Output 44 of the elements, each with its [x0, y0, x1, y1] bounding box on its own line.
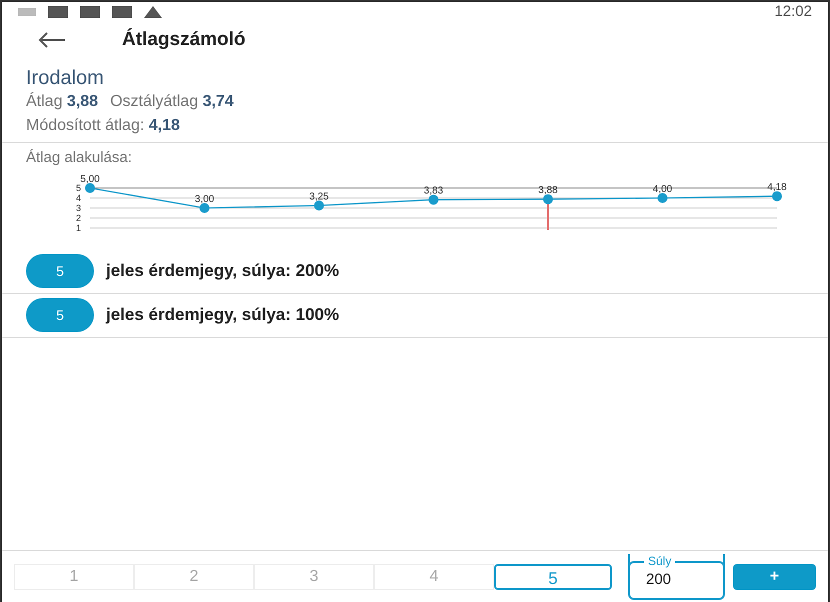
data-label: 3,25 — [309, 191, 329, 202]
axis-tick-label: 3 — [76, 202, 82, 212]
notification-icon — [80, 6, 100, 18]
subject-name: Irodalom — [26, 66, 105, 90]
chart-title: Átlag alakulása: — [25, 148, 133, 168]
data-point — [314, 200, 324, 210]
grade-badge: 5 — [26, 298, 94, 332]
grade-description: jeles érdemjegy, súlya: 200% — [106, 260, 340, 282]
data-label: 4,18 — [767, 182, 787, 193]
data-label: 5,00 — [80, 174, 100, 184]
grade-option[interactable]: 4 — [374, 564, 494, 590]
grade-row[interactable]: 5 jeles érdemjegy, súlya: 200% — [2, 250, 828, 294]
average-label: Átlag 3,88 — [26, 91, 98, 112]
data-point — [772, 190, 782, 201]
grade-option[interactable]: 1 — [14, 564, 134, 590]
notification-icon — [48, 6, 68, 18]
data-point — [543, 194, 553, 204]
data-point — [658, 192, 668, 202]
data-point — [85, 182, 95, 192]
status-time: 12:02 — [774, 2, 812, 22]
data-label: 3,00 — [194, 194, 214, 204]
add-button[interactable]: + — [732, 564, 816, 590]
data-point — [428, 194, 438, 204]
axis-tick-label: 4 — [76, 192, 82, 202]
grade-row[interactable]: 5 jeles érdemjegy, súlya: 100% — [2, 294, 828, 338]
axis-tick-label: 2 — [76, 212, 82, 222]
modified-average-label: Módosított átlag: 4,18 — [26, 116, 181, 136]
warning-icon — [144, 6, 162, 18]
axis-tick-label: 1 — [76, 222, 82, 232]
grade-option[interactable]: 3 — [254, 564, 374, 590]
data-label: 3,83 — [424, 185, 444, 196]
notification-icon — [18, 8, 36, 16]
data-point — [200, 202, 210, 212]
weight-field[interactable]: Súly 200 — [628, 554, 725, 600]
weight-label: Súly — [647, 554, 672, 568]
grade-badge: 5 — [26, 254, 94, 288]
back-arrow-icon[interactable] — [38, 32, 66, 48]
class-average-label: Osztályátlag 3,74 — [110, 92, 234, 112]
screen-title: Átlagszámoló — [122, 27, 246, 52]
notification-icon — [112, 6, 132, 18]
axis-tick-label: 5 — [76, 182, 82, 192]
grade-description: jeles érdemjegy, súlya: 100% — [106, 304, 340, 326]
grade-option[interactable]: 2 — [134, 564, 254, 590]
grade-option[interactable]: 5 — [494, 564, 612, 590]
